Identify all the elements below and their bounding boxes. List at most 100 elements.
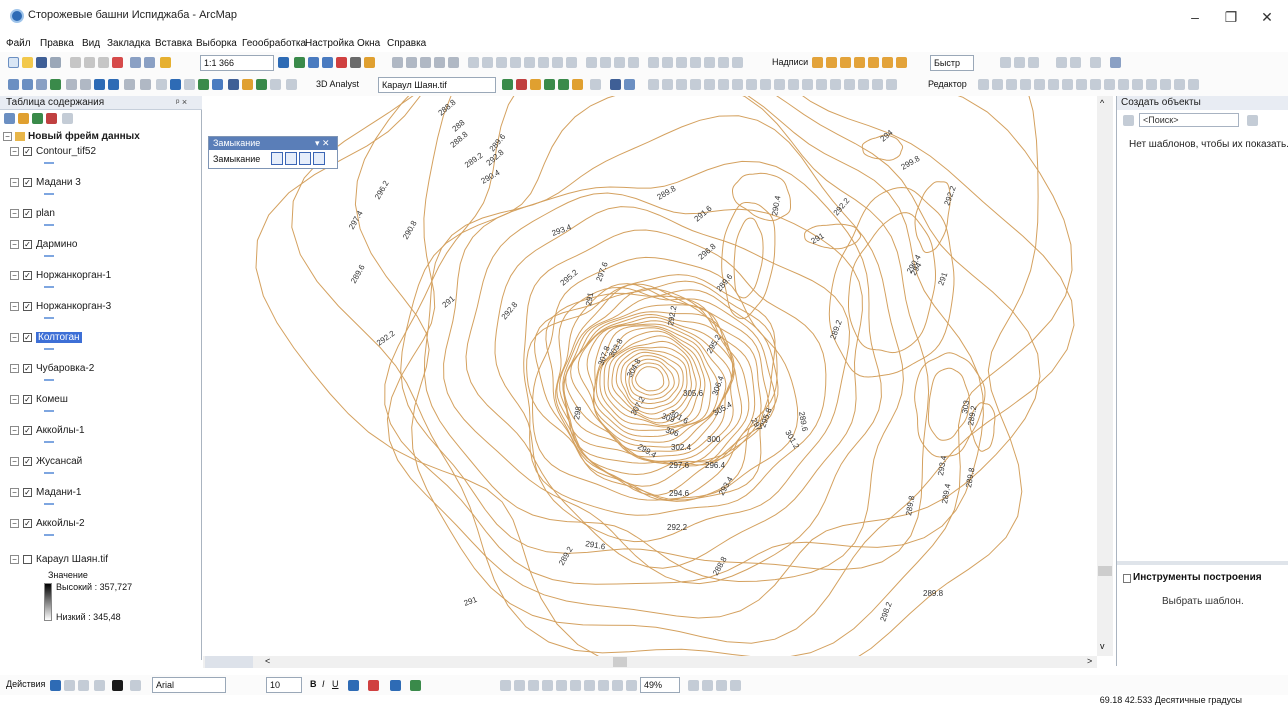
open-icon[interactable]	[22, 57, 33, 68]
identify-icon[interactable]	[170, 79, 181, 90]
layer-visibility-checkbox[interactable]: ✓	[23, 178, 32, 187]
label-tool-d-icon[interactable]	[854, 57, 865, 68]
edit-vertices-icon[interactable]	[130, 680, 141, 691]
edit-tool-o-icon[interactable]	[844, 79, 855, 90]
layer-visibility-checkbox[interactable]: ✓	[23, 519, 32, 528]
editor-tool-c-icon[interactable]	[1006, 79, 1017, 90]
organize-templates-icon[interactable]	[1123, 115, 1134, 126]
python-icon[interactable]	[350, 57, 361, 68]
paste-icon[interactable]	[98, 57, 109, 68]
toc-layer-row[interactable]: − ✓ Аккойлы-2	[0, 517, 202, 531]
3d-tool-a-icon[interactable]	[502, 79, 513, 90]
html-popup-icon[interactable]	[198, 79, 209, 90]
collapse-icon[interactable]: −	[10, 364, 19, 373]
tool-r-icon[interactable]	[648, 57, 659, 68]
close-button[interactable]: ✕	[1252, 6, 1282, 28]
draw-tool-d-icon[interactable]	[1056, 57, 1067, 68]
template-search-input[interactable]: <Поиск>	[1139, 113, 1239, 127]
layout-tool-e-icon[interactable]	[556, 680, 567, 691]
tool-d-icon[interactable]	[434, 57, 445, 68]
filter-icon[interactable]	[1247, 115, 1258, 126]
endpoint-snap-icon[interactable]	[285, 152, 297, 165]
panel-splitter[interactable]	[1117, 561, 1288, 565]
font-color-icon[interactable]	[348, 680, 359, 691]
tool-p-icon[interactable]	[614, 57, 625, 68]
editor-tool-n-icon[interactable]	[1160, 79, 1171, 90]
tool-k-icon[interactable]	[538, 57, 549, 68]
minimize-button[interactable]: –	[1180, 6, 1210, 28]
scroll-left-icon[interactable]: <	[265, 656, 270, 666]
editor-tool-o-icon[interactable]	[1174, 79, 1185, 90]
hyperlink-icon[interactable]	[184, 79, 195, 90]
edit-tool-c-icon[interactable]	[676, 79, 687, 90]
collapse-icon[interactable]: −	[10, 178, 19, 187]
select-element-icon[interactable]	[50, 680, 61, 691]
view-switch-icons[interactable]	[205, 656, 253, 668]
3d-analyst-menu[interactable]: 3D Analyst	[316, 79, 359, 89]
layout-tool-j-icon[interactable]	[626, 680, 637, 691]
map-horizontal-scrollbar[interactable]: < >	[203, 656, 1097, 668]
menu-bookmarks[interactable]: Закладка	[107, 38, 150, 49]
data-frame-row[interactable]: − Новый фрейм данных	[0, 130, 202, 144]
collapse-icon[interactable]: −	[3, 132, 12, 141]
edit-tool-i-icon[interactable]	[760, 79, 771, 90]
zoom-whole-page-icon[interactable]	[78, 680, 89, 691]
time-slider-icon[interactable]	[270, 79, 281, 90]
layout-tool-h-icon[interactable]	[598, 680, 609, 691]
label-tool-g-icon[interactable]	[896, 57, 907, 68]
toc-layer-row[interactable]: − ✓ Аккойлы-1	[0, 424, 202, 438]
editor-tool-p-icon[interactable]	[1188, 79, 1199, 90]
editor-toolbar-icon[interactable]	[278, 57, 289, 68]
edit-tool-j-icon[interactable]	[774, 79, 785, 90]
zoom-out-icon[interactable]	[22, 79, 33, 90]
edit-tool-m-icon[interactable]	[816, 79, 827, 90]
fill-color-icon[interactable]	[368, 680, 379, 691]
toc-layer-row[interactable]: − ✓ Жусансай	[0, 455, 202, 469]
layer-visibility-checkbox[interactable]: ✓	[23, 426, 32, 435]
collapse-icon[interactable]: −	[10, 395, 19, 404]
toc-layer-row[interactable]: − ✓ Комеш	[0, 393, 202, 407]
layer-visibility-checkbox[interactable]: ✓	[23, 302, 32, 311]
delete-icon[interactable]	[112, 57, 123, 68]
collapse-icon[interactable]: −	[10, 209, 19, 218]
3d-tool-c-icon[interactable]	[530, 79, 541, 90]
draw-tool-e-icon[interactable]	[1070, 57, 1081, 68]
save-icon[interactable]	[36, 57, 47, 68]
draw-tool-f-icon[interactable]	[1090, 57, 1101, 68]
scroll-thumb[interactable]	[1098, 566, 1112, 576]
layout-tool-k-icon[interactable]	[688, 680, 699, 691]
menu-view[interactable]: Вид	[82, 38, 100, 49]
toc-layer-row[interactable]: − ✓ Мадани 3	[0, 176, 202, 190]
drawing-actions-menu[interactable]: Действия	[6, 679, 45, 689]
scroll-up-icon[interactable]: ^	[1100, 98, 1104, 108]
scale-combo[interactable]: 1:1 366	[200, 55, 274, 71]
editor-tool-b-icon[interactable]	[992, 79, 1003, 90]
label-tool-a-icon[interactable]	[812, 57, 823, 68]
tool-i-icon[interactable]	[510, 57, 521, 68]
edit-tool-p-icon[interactable]	[858, 79, 869, 90]
interpolate-icon[interactable]	[610, 79, 621, 90]
edit-tool-l-icon[interactable]	[802, 79, 813, 90]
maximize-button[interactable]: ❐	[1216, 6, 1246, 28]
undo-icon[interactable]	[130, 57, 141, 68]
menu-edit[interactable]: Правка	[40, 38, 74, 49]
toc-layer-row[interactable]: − ✓ Мадани-1	[0, 486, 202, 500]
map-vertical-scrollbar[interactable]: ^ v	[1097, 96, 1113, 656]
layout-tool-n-icon[interactable]	[730, 680, 741, 691]
layer-visibility-checkbox[interactable]: ✓	[23, 333, 32, 342]
tool-m-icon[interactable]	[566, 57, 577, 68]
menu-help[interactable]: Справка	[387, 38, 426, 49]
layer-visibility-checkbox[interactable]: ✓	[23, 488, 32, 497]
goto-xy-icon[interactable]	[256, 79, 267, 90]
edit-tool-g-icon[interactable]	[732, 79, 743, 90]
layout-tool-c-icon[interactable]	[528, 680, 539, 691]
labels-button[interactable]: Надписи	[772, 57, 808, 67]
3d-tool-b-icon[interactable]	[516, 79, 527, 90]
editor-tool-f-icon[interactable]	[1048, 79, 1059, 90]
hscroll-thumb[interactable]	[613, 657, 627, 667]
menu-selection[interactable]: Выборка	[196, 38, 237, 49]
list-by-drawing-order-icon[interactable]	[4, 113, 15, 124]
tool-s-icon[interactable]	[662, 57, 673, 68]
add-data-icon[interactable]	[160, 57, 171, 68]
italic-button[interactable]: I	[322, 679, 325, 689]
